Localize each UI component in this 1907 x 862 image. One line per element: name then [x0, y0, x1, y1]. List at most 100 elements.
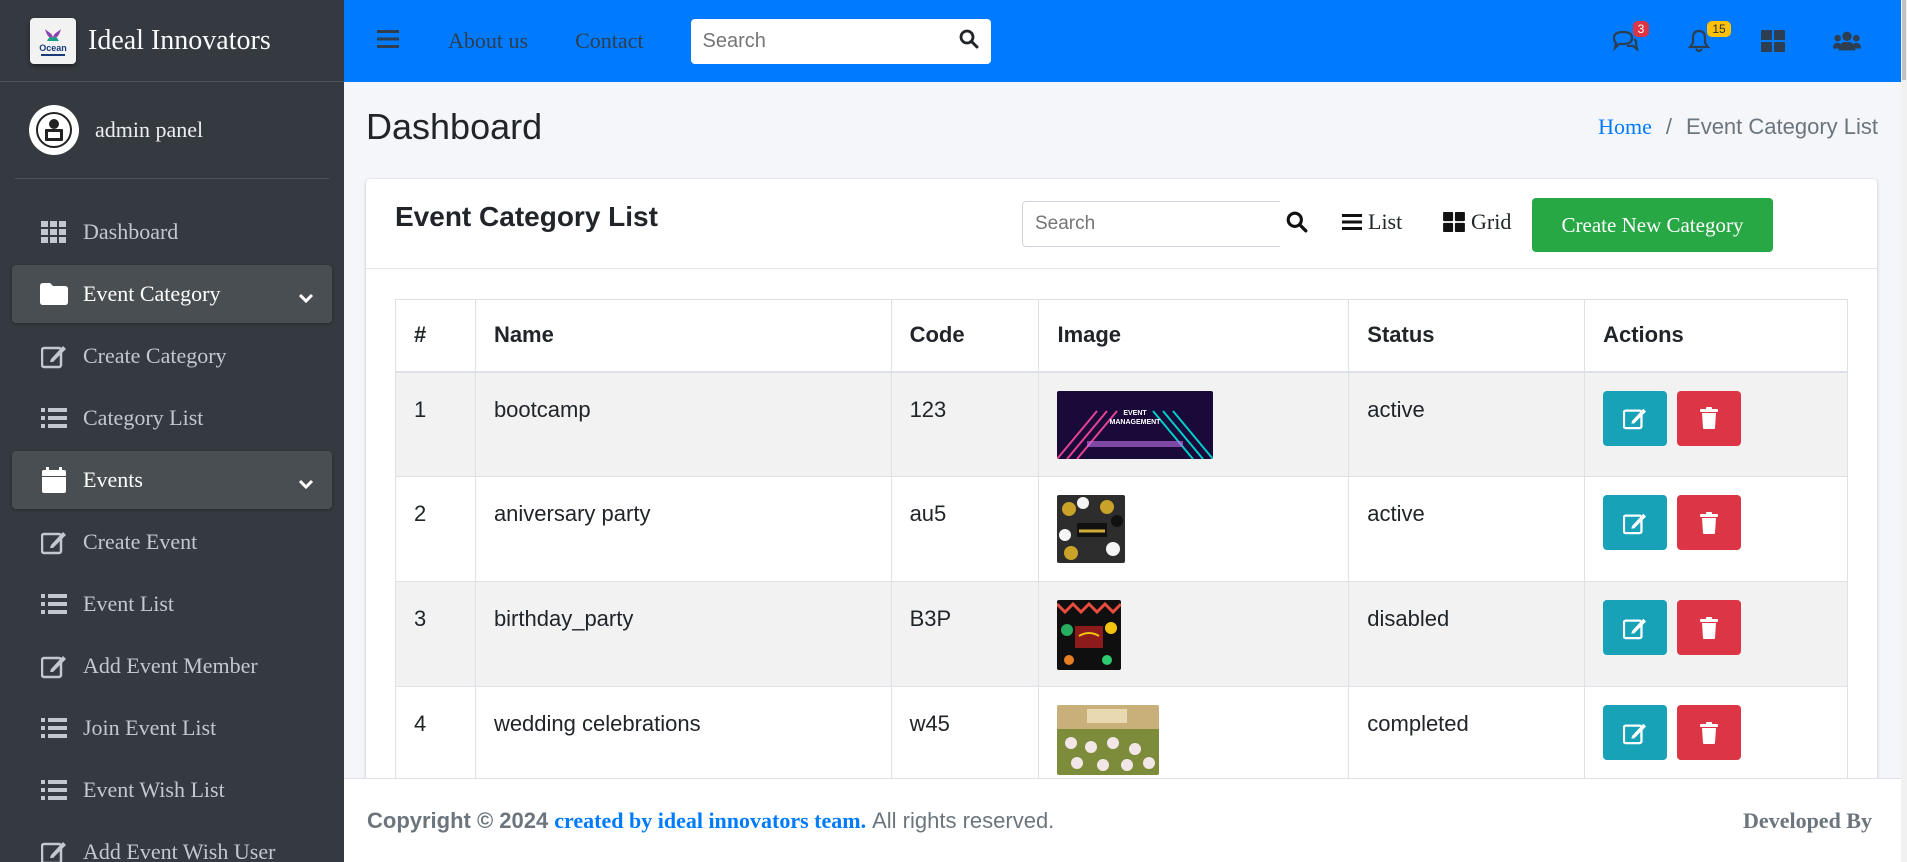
team-link[interactable]: created by ideal innovators team. — [554, 808, 866, 834]
top-search — [690, 18, 991, 64]
sidebar: Ocean Ideal Innovators admin panel Dashb… — [0, 0, 344, 862]
chevron-down-icon — [298, 471, 314, 497]
list-view-button[interactable]: List — [1342, 209, 1402, 235]
sidebar-nav: Dashboard Event Category Create Category… — [0, 179, 344, 862]
svg-text:EVENT: EVENT — [1124, 410, 1148, 417]
cell-code: B3P — [890, 581, 1040, 687]
sidebar-item-label: Add Event Member — [83, 653, 258, 678]
table-row: 3 birthday_party B3P disabled — [395, 581, 1848, 687]
cell-num: 2 — [395, 476, 476, 582]
grid-icon — [40, 218, 68, 246]
create-category-button[interactable]: Create New Category — [1532, 198, 1773, 252]
sidebar-item-create-event[interactable]: Create Event — [12, 513, 332, 571]
list-icon — [40, 714, 68, 742]
menu-icon[interactable] — [377, 29, 401, 53]
search-input[interactable] — [702, 29, 933, 53]
sidebar-item-event-list[interactable]: Event List — [12, 575, 332, 633]
edit-icon — [1623, 618, 1647, 639]
sidebar-item-events[interactable]: Events — [12, 451, 332, 509]
brand-logo: Ocean — [30, 17, 76, 64]
edit-button[interactable] — [1603, 705, 1668, 760]
footer: Copyright © 2024 created by ideal innova… — [344, 778, 1901, 862]
developed-by: Developed By — [1743, 807, 1872, 833]
avatar — [29, 105, 79, 155]
cell-num: 1 — [395, 371, 476, 477]
category-thumbnail: EVENT MANAGEMENT — [1057, 390, 1214, 459]
column-header-image: Image — [1038, 299, 1350, 373]
sidebar-item-label: Event Wish List — [83, 777, 225, 802]
table-row: 1 bootcamp 123 EVENT MANAGEMENT active — [395, 371, 1848, 477]
messages-badge: 3 — [1633, 21, 1649, 37]
delete-button[interactable] — [1677, 600, 1742, 655]
category-thumbnail — [1057, 705, 1160, 775]
cell-name: bootcamp — [474, 371, 892, 477]
delete-button[interactable] — [1677, 705, 1742, 760]
sidebar-item-label: Category List — [83, 405, 204, 430]
cell-code: au5 — [890, 476, 1040, 582]
cell-status: completed — [1348, 686, 1586, 792]
edit-button[interactable] — [1603, 495, 1668, 550]
grid-view-button[interactable]: Grid — [1443, 209, 1511, 235]
list-icon — [40, 590, 68, 618]
svg-text:Ocean: Ocean — [39, 43, 67, 53]
cell-status: disabled — [1348, 581, 1586, 687]
edit-button[interactable] — [1603, 600, 1668, 655]
page-title: Dashboard — [366, 106, 543, 147]
sidebar-item-create-category[interactable]: Create Category — [12, 327, 332, 385]
breadcrumb-home[interactable]: Home — [1598, 114, 1652, 140]
notifications-button[interactable]: 15 — [1685, 21, 1731, 55]
sidebar-item-event-wish-list[interactable]: Event Wish List — [12, 761, 332, 819]
cell-name: wedding celebrations — [474, 686, 892, 792]
column-header-num: # — [395, 299, 476, 373]
cell-actions — [1584, 476, 1848, 582]
column-header-code[interactable]: Code — [890, 299, 1040, 373]
copyright: Copyright © 2024 — [367, 807, 549, 833]
edit-icon — [40, 838, 68, 862]
search-icon[interactable] — [959, 29, 979, 54]
edit-icon — [1623, 513, 1647, 534]
column-header-actions: Actions — [1584, 299, 1848, 373]
notifications-badge: 15 — [1707, 21, 1731, 37]
sidebar-item-dashboard[interactable]: Dashboard — [12, 203, 332, 261]
sidebar-item-label: Event List — [83, 591, 175, 616]
trash-icon — [1700, 407, 1719, 429]
apps-button[interactable] — [1759, 27, 1787, 55]
folder-icon — [40, 280, 68, 308]
svg-text:MANAGEMENT: MANAGEMENT — [1110, 419, 1162, 426]
user-panel[interactable]: admin panel — [15, 82, 329, 179]
category-card: Event Category List List Grid Create New… — [366, 179, 1877, 862]
breadcrumb: Home / Event Category List — [1598, 114, 1878, 140]
brand-name: Ideal Innovators — [88, 24, 271, 56]
edit-icon — [1623, 408, 1647, 430]
cell-status: active — [1348, 476, 1586, 582]
category-search-input[interactable] — [1035, 213, 1265, 235]
delete-button[interactable] — [1677, 390, 1742, 446]
table-header-row: # Name Code Image Status Actions — [395, 299, 1848, 373]
sidebar-item-label: Events — [83, 467, 143, 492]
delete-button[interactable] — [1677, 495, 1742, 550]
sidebar-item-event-category[interactable]: Event Category — [12, 265, 332, 323]
edit-icon — [40, 652, 68, 680]
cell-actions — [1584, 686, 1848, 792]
users-button[interactable] — [1833, 27, 1861, 55]
scrollbar[interactable] — [1901, 0, 1907, 862]
edit-button[interactable] — [1603, 390, 1668, 446]
brand[interactable]: Ocean Ideal Innovators — [0, 0, 344, 82]
nav-link-contact[interactable]: Contact — [575, 28, 643, 54]
cell-actions — [1584, 581, 1848, 687]
sidebar-item-add-event-wish-user[interactable]: Add Event Wish User — [12, 823, 332, 862]
cell-num: 4 — [395, 686, 476, 792]
column-header-status[interactable]: Status — [1348, 299, 1586, 373]
column-header-name[interactable]: Name — [474, 299, 892, 373]
breadcrumb-separator: / — [1665, 114, 1673, 139]
chevron-down-icon — [298, 285, 314, 311]
messages-button[interactable]: 3 — [1611, 21, 1649, 55]
nav-link-about[interactable]: About us — [448, 28, 528, 54]
cell-code: 123 — [890, 371, 1040, 477]
search-icon[interactable] — [1286, 211, 1308, 238]
sidebar-item-add-event-member[interactable]: Add Event Member — [12, 637, 332, 695]
trash-icon — [1700, 616, 1719, 639]
sidebar-item-join-event-list[interactable]: Join Event List — [12, 699, 332, 757]
sidebar-item-label: Create Event — [83, 529, 198, 554]
sidebar-item-category-list[interactable]: Category List — [12, 389, 332, 447]
